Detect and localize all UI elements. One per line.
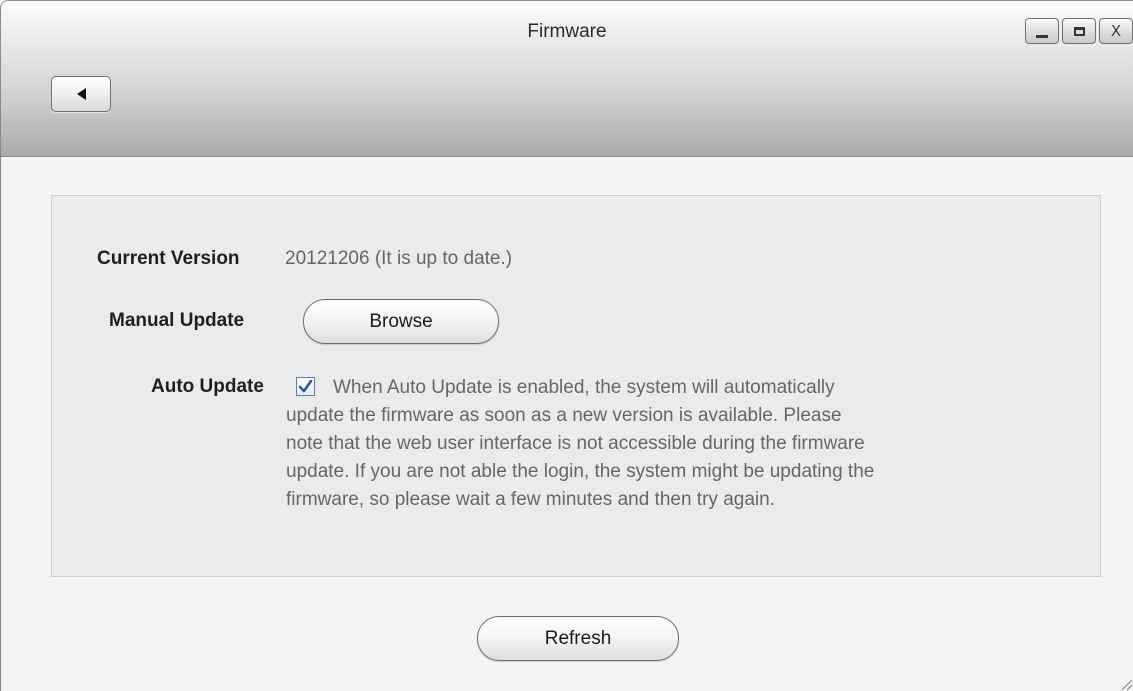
auto-update-label: Auto Update xyxy=(151,376,264,397)
minimize-icon xyxy=(1036,34,1048,38)
window-controls: X xyxy=(1025,18,1133,44)
auto-update-description-line: update. If you are not able the login, t… xyxy=(286,461,875,482)
close-icon: X xyxy=(1110,21,1122,40)
window-header: Firmware X xyxy=(1,1,1133,157)
auto-update-description-line: When Auto Update is enabled, the system … xyxy=(333,377,835,398)
resize-grip-icon[interactable] xyxy=(1119,677,1133,691)
manual-update-label: Manual Update xyxy=(109,310,245,331)
close-button[interactable]: X xyxy=(1099,18,1133,44)
back-button[interactable] xyxy=(51,76,111,112)
refresh-button[interactable]: Refresh xyxy=(477,616,679,661)
maximize-icon xyxy=(1073,26,1085,36)
firmware-window: Firmware X Current Version 20121206 (It … xyxy=(0,0,1133,691)
auto-update-description-line: note that the web user interface is not … xyxy=(286,433,865,454)
maximize-button[interactable] xyxy=(1062,18,1096,44)
auto-update-description: When Auto Update is enabled, the system … xyxy=(286,374,1061,514)
browse-button[interactable]: Browse xyxy=(303,299,499,344)
current-version-value: 20121206 (It is up to date.) xyxy=(285,248,513,269)
auto-update-description-line: firmware, so please wait a few minutes a… xyxy=(286,489,775,510)
minimize-button[interactable] xyxy=(1025,18,1059,44)
back-arrow-icon xyxy=(76,88,86,100)
auto-update-description-line: update the firmware as soon as a new ver… xyxy=(286,405,842,426)
current-version-label: Current Version xyxy=(97,248,240,269)
window-title: Firmware xyxy=(527,21,607,42)
firmware-settings-panel: Current Version 20121206 (It is up to da… xyxy=(51,195,1101,577)
